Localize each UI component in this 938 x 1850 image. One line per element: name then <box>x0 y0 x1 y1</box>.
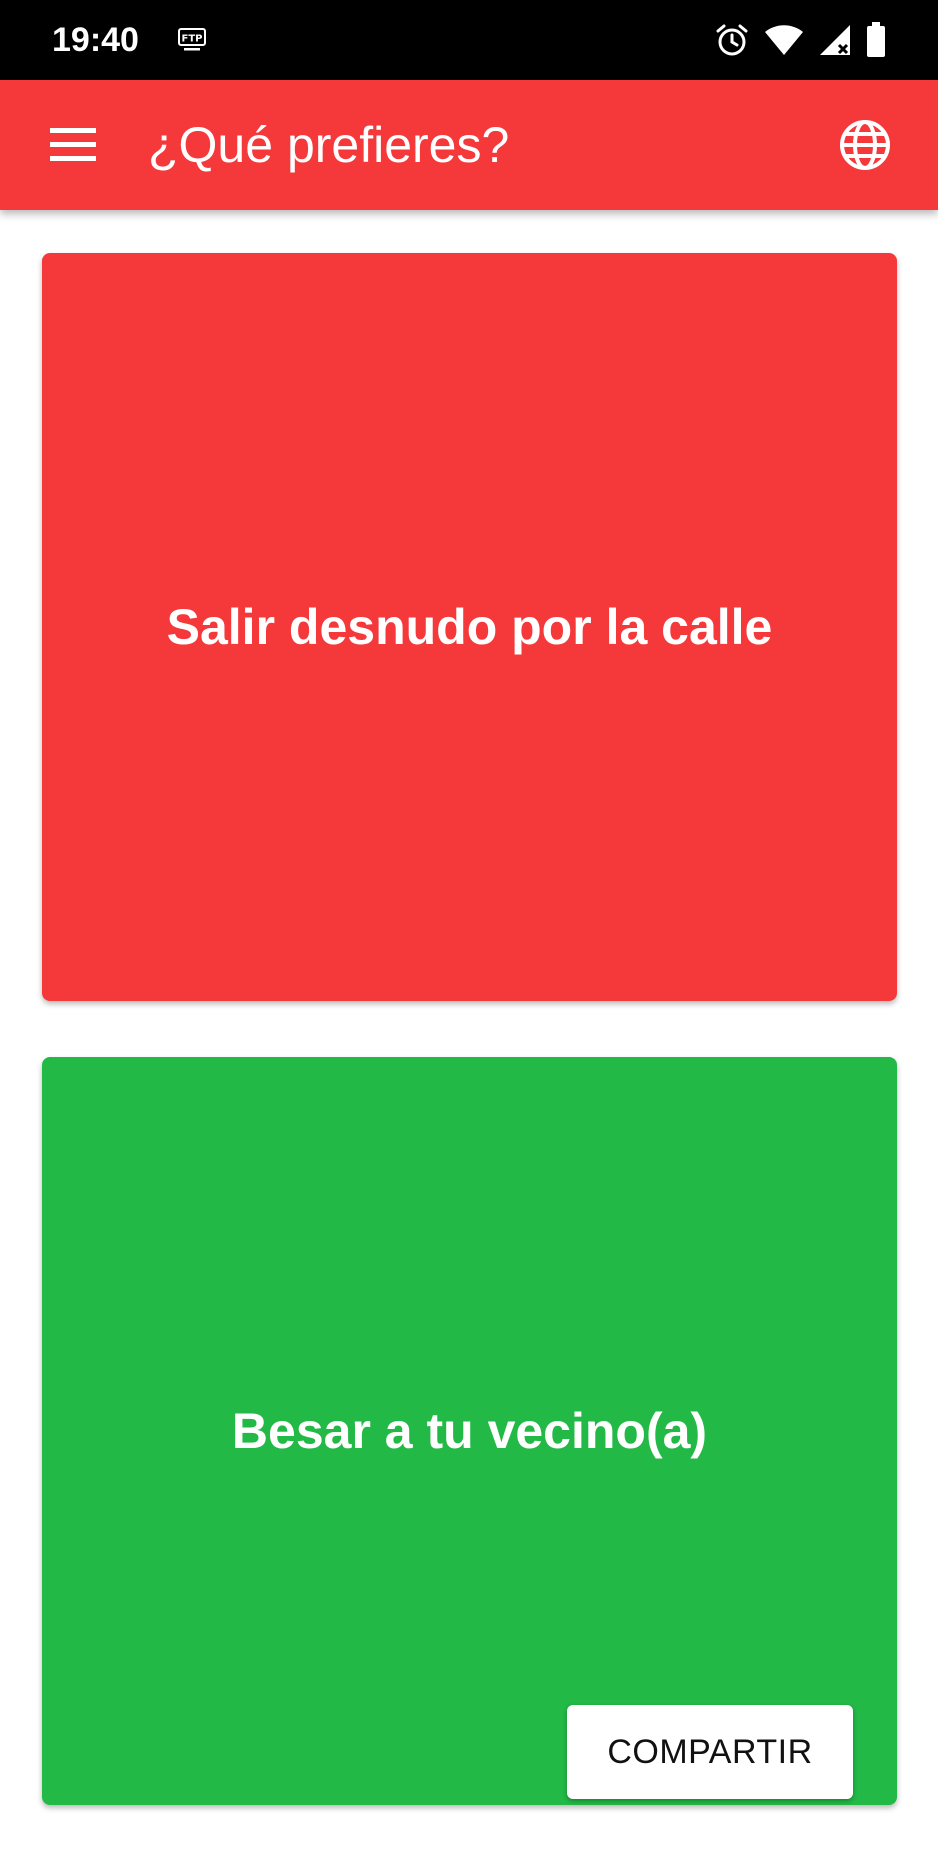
menu-icon[interactable] <box>46 122 100 168</box>
option-text-2: Besar a tu vecino(a) <box>231 1403 708 1459</box>
option-card-1[interactable]: Salir desnudo por la calle <box>42 253 897 1001</box>
app-title: ¿Qué prefieres? <box>148 117 510 173</box>
status-icons <box>714 22 886 58</box>
battery-icon <box>867 22 885 57</box>
status-time: 19:40 <box>52 21 139 59</box>
option-card-2[interactable]: Besar a tu vecino(a) COMPARTIR <box>42 1057 897 1805</box>
share-button[interactable]: COMPARTIR <box>567 1705 853 1799</box>
ftp-icon: FTP <box>178 28 206 51</box>
cellular-signal-icon <box>820 25 850 55</box>
wifi-icon <box>765 25 803 55</box>
option-text-1: Salir desnudo por la calle <box>166 599 773 655</box>
app-bar: ¿Qué prefieres? <box>0 80 938 210</box>
svg-text:FTP: FTP <box>182 34 203 45</box>
alarm-icon <box>716 24 748 56</box>
globe-icon[interactable] <box>838 118 892 172</box>
status-bar: 19:40 FTP <box>0 0 938 80</box>
